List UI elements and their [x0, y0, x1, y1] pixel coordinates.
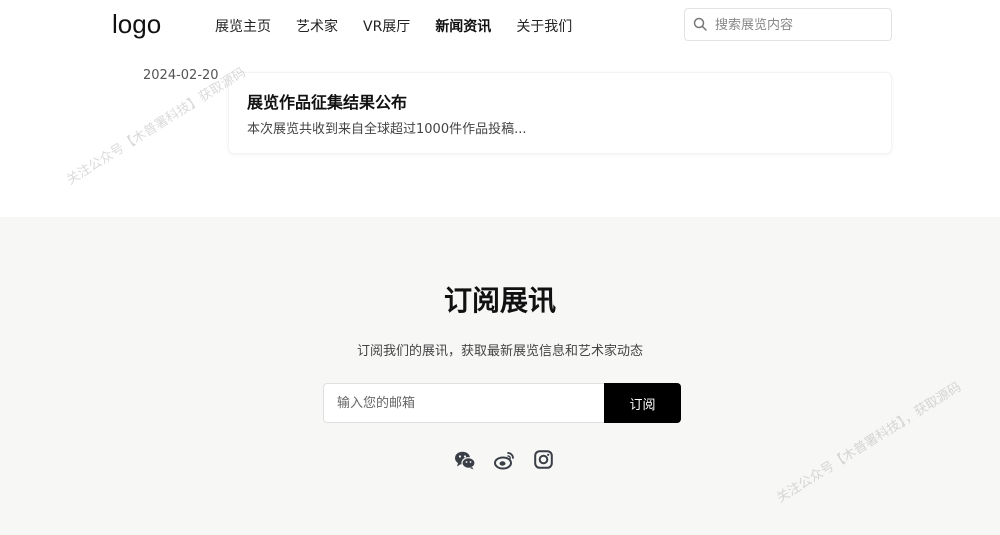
nav-item-about[interactable]: 关于我们 [516, 16, 572, 36]
subscribe-description: 订阅我们的展讯，获取最新展览信息和艺术家动态 [356, 344, 643, 359]
subscribe-title: 订阅展讯 [443, 284, 556, 317]
news-date: 2024-02-20 [143, 68, 219, 83]
news-summary: 本次展览共收到来自全球超过1000件作品投稿... [247, 122, 527, 137]
nav-item-vr-hall[interactable]: VR展厅 [363, 16, 410, 36]
subscribe-button[interactable]: 订阅 [604, 383, 681, 423]
social-links [454, 450, 555, 471]
subscribe-form: 订阅 [323, 383, 681, 423]
email-input[interactable] [323, 383, 605, 423]
search-box [684, 8, 892, 41]
logo[interactable]: logo [112, 9, 161, 40]
nav-item-artists[interactable]: 艺术家 [296, 16, 338, 36]
weibo-icon[interactable] [494, 450, 515, 471]
search-input[interactable] [715, 14, 885, 36]
news-title[interactable]: 展览作品征集结果公布 [247, 89, 407, 113]
subscribe-section: 订阅展讯 订阅我们的展讯，获取最新展览信息和艺术家动态 订阅 [0, 217, 1000, 535]
main-nav: 展览主页 艺术家 VR展厅 新闻资讯 关于我们 [215, 16, 572, 36]
news-card[interactable]: 展览作品征集结果公布 本次展览共收到来自全球超过1000件作品投稿... [228, 72, 892, 154]
wechat-icon[interactable] [454, 450, 476, 471]
nav-item-exhibition-home[interactable]: 展览主页 [215, 16, 271, 36]
search-icon [693, 17, 707, 31]
instagram-icon[interactable] [534, 450, 555, 471]
nav-item-news[interactable]: 新闻资讯 [435, 16, 491, 36]
site-header: logo 展览主页 艺术家 VR展厅 新闻资讯 关于我们 [0, 0, 1000, 52]
